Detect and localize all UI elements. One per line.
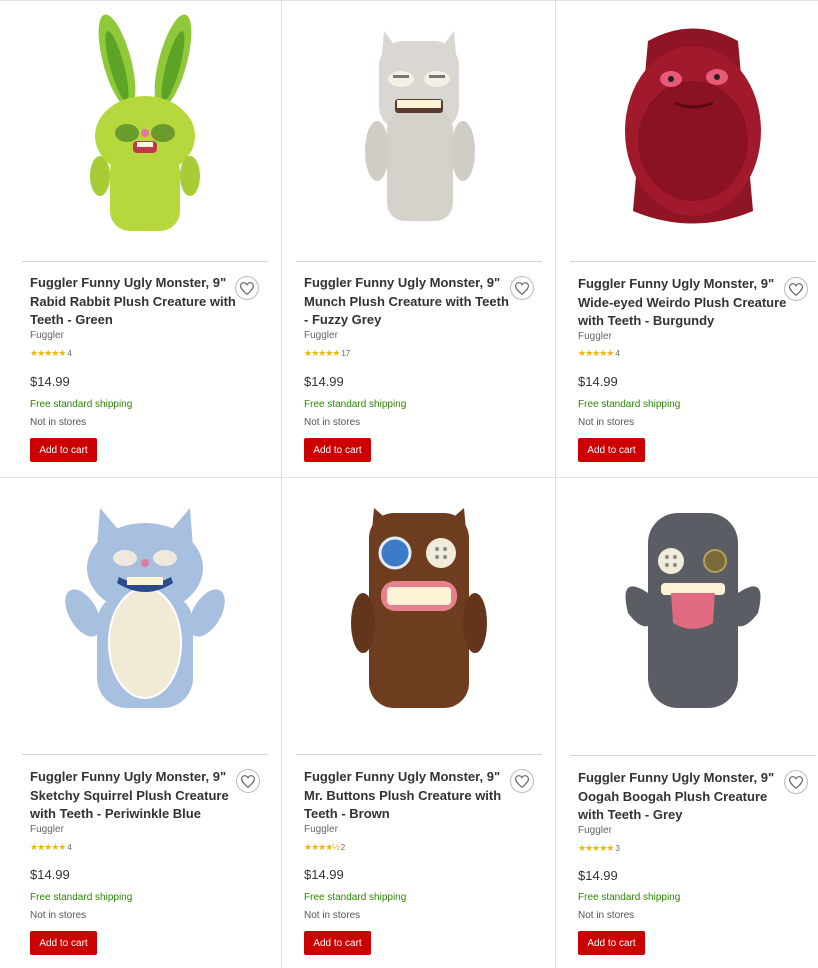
card-separator (22, 261, 268, 262)
rating-stars-icon: ★★★★★ (304, 348, 340, 358)
shipping-info: Free standard shipping (30, 892, 133, 903)
favorite-heart-icon[interactable] (510, 276, 534, 300)
product-title[interactable]: Fuggler Funny Ugly Monster, 9" Munch Plu… (304, 274, 514, 330)
product-card: Fuggler Funny Ugly Monster, 9" Oogah Boo… (556, 478, 818, 955)
shipping-info: Free standard shipping (30, 399, 133, 410)
shipping-info: Free standard shipping (304, 399, 407, 410)
product-image[interactable] (282, 478, 556, 728)
add-to-cart-button[interactable]: Add to cart (304, 931, 371, 955)
review-count: 2 (340, 843, 346, 852)
product-title[interactable]: Fuggler Funny Ugly Monster, 9" Oogah Boo… (578, 769, 788, 825)
review-count: 4 (67, 349, 72, 358)
rating-stars-icon: ★★★★★ (578, 348, 614, 358)
product-brand[interactable]: Fuggler (304, 330, 338, 341)
shipping-info: Free standard shipping (304, 892, 407, 903)
add-to-cart-button[interactable]: Add to cart (578, 931, 645, 955)
product-rating[interactable]: ★★★★½ 2 (304, 842, 345, 853)
product-title[interactable]: Fuggler Funny Ugly Monster, 9" Sketchy S… (30, 768, 240, 824)
rating-stars-icon: ★★★★★ (30, 842, 66, 852)
rating-stars-icon: ★★★★★ (578, 843, 614, 853)
rating-stars-icon: ★★★★★ (30, 348, 66, 358)
product-image[interactable] (556, 478, 818, 728)
product-price: $14.99 (304, 867, 344, 882)
product-card: Fuggler Funny Ugly Monster, 9" Rabid Rab… (8, 1, 282, 476)
product-price: $14.99 (578, 374, 618, 389)
favorite-heart-icon[interactable] (784, 770, 808, 794)
shipping-info: Free standard shipping (578, 892, 681, 903)
product-image[interactable] (556, 1, 818, 251)
store-availability: Not in stores (30, 417, 87, 428)
product-rating[interactable]: ★★★★★ 4 (30, 348, 72, 359)
product-rating[interactable]: ★★★★★ 4 (578, 348, 620, 359)
product-brand[interactable]: Fuggler (30, 824, 64, 835)
product-image[interactable] (8, 1, 282, 251)
product-rating[interactable]: ★★★★★ 17 (304, 348, 350, 359)
store-availability: Not in stores (578, 417, 635, 428)
store-availability: Not in stores (578, 910, 635, 921)
shipping-info: Free standard shipping (578, 399, 681, 410)
card-separator (296, 261, 542, 262)
product-brand[interactable]: Fuggler (30, 330, 64, 341)
review-count: 4 (67, 843, 72, 852)
review-count: 17 (341, 349, 351, 358)
product-title[interactable]: Fuggler Funny Ugly Monster, 9" Rabid Rab… (30, 274, 240, 330)
product-price: $14.99 (30, 374, 70, 389)
review-count: 4 (615, 349, 620, 358)
add-to-cart-button[interactable]: Add to cart (30, 438, 97, 462)
product-brand[interactable]: Fuggler (578, 331, 612, 342)
product-card: Fuggler Funny Ugly Monster, 9" Sketchy S… (8, 478, 282, 955)
product-brand[interactable]: Fuggler (304, 824, 338, 835)
store-availability: Not in stores (304, 910, 361, 921)
product-rating[interactable]: ★★★★★ 3 (578, 843, 620, 854)
product-title[interactable]: Fuggler Funny Ugly Monster, 9" Mr. Butto… (304, 768, 514, 824)
add-to-cart-button[interactable]: Add to cart (304, 438, 371, 462)
card-separator (296, 754, 542, 755)
product-grid: Fuggler Funny Ugly Monster, 9" Rabid Rab… (0, 0, 818, 968)
card-separator (570, 261, 816, 262)
favorite-heart-icon[interactable] (235, 276, 259, 300)
favorite-heart-icon[interactable] (236, 769, 260, 793)
favorite-heart-icon[interactable] (784, 277, 808, 301)
store-availability: Not in stores (30, 910, 87, 921)
product-brand[interactable]: Fuggler (578, 825, 612, 836)
product-title[interactable]: Fuggler Funny Ugly Monster, 9" Wide-eyed… (578, 275, 788, 331)
favorite-heart-icon[interactable] (510, 769, 534, 793)
add-to-cart-button[interactable]: Add to cart (30, 931, 97, 955)
product-card: Fuggler Funny Ugly Monster, 9" Munch Plu… (282, 1, 556, 476)
product-image[interactable] (282, 1, 556, 251)
add-to-cart-button[interactable]: Add to cart (578, 438, 645, 462)
rating-stars-icon: ★★★★½ (304, 842, 340, 852)
card-separator (22, 754, 268, 755)
product-image[interactable] (8, 478, 282, 728)
product-card: Fuggler Funny Ugly Monster, 9" Mr. Butto… (282, 478, 556, 955)
card-separator (570, 755, 816, 756)
review-count: 3 (615, 844, 620, 853)
store-availability: Not in stores (304, 417, 361, 428)
product-price: $14.99 (30, 867, 70, 882)
product-price: $14.99 (304, 374, 344, 389)
product-price: $14.99 (578, 868, 618, 883)
product-rating[interactable]: ★★★★★ 4 (30, 842, 72, 853)
product-card: Fuggler Funny Ugly Monster, 9" Wide-eyed… (556, 1, 818, 476)
